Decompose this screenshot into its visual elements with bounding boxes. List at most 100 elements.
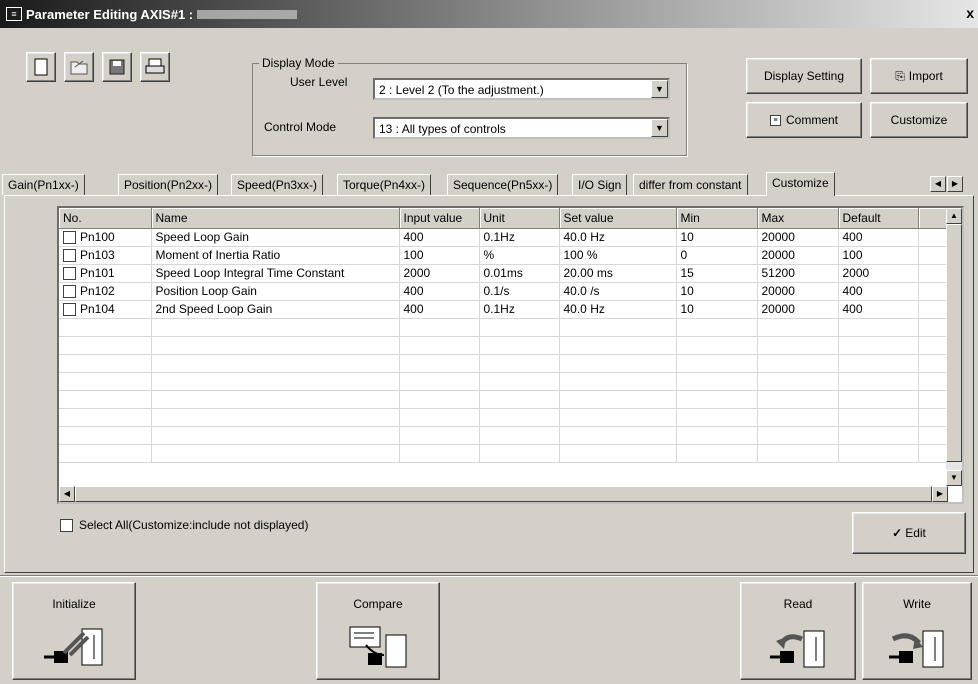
tab-scroll-right-icon[interactable]: ▶	[947, 176, 963, 192]
row-checkbox[interactable]	[63, 249, 76, 263]
write-label: Write	[903, 597, 931, 611]
tab-io-sign[interactable]: I/O Sign	[572, 174, 628, 195]
max-cell: 20000	[757, 282, 839, 301]
tab-sequence[interactable]: Sequence(Pn5xx-)	[447, 174, 559, 195]
col-name[interactable]: Name	[151, 208, 400, 229]
min-cell: 10	[676, 228, 758, 247]
import-button[interactable]: ⎘ Import	[870, 58, 968, 94]
window-title: Parameter Editing AXIS#1 :	[26, 6, 194, 22]
scroll-up-icon[interactable]: ▲	[946, 208, 962, 224]
write-icon	[889, 630, 944, 668]
default-cell: 400	[838, 300, 919, 319]
scroll-down-icon[interactable]: ▼	[946, 470, 962, 486]
col-set-value[interactable]: Set value	[559, 208, 677, 229]
col-unit[interactable]: Unit	[479, 208, 560, 229]
compare-icon	[349, 626, 407, 668]
row-checkbox[interactable]	[63, 285, 76, 299]
select-all-box[interactable]	[60, 518, 73, 532]
table-row[interactable]: Pn103 Moment of Inertia Ratio 100 % 100 …	[59, 246, 959, 265]
initialize-icon	[44, 628, 103, 666]
empty-row	[59, 444, 959, 463]
row-checkbox[interactable]	[63, 303, 76, 317]
tab-differ-from-constant[interactable]: differ from constant	[633, 174, 748, 195]
input-value-cell[interactable]: 2000	[399, 264, 480, 283]
tab-speed[interactable]: Speed(Pn3xx-)	[231, 174, 324, 195]
tab-torque[interactable]: Torque(Pn4xx-)	[337, 174, 432, 195]
tab-scroll-left-icon[interactable]: ◀	[930, 176, 946, 192]
table-header-row: No. Name Input value Unit Set value Min …	[59, 208, 959, 229]
display-setting-button[interactable]: Display Setting	[746, 58, 862, 94]
horizontal-scroll-thumb[interactable]	[75, 486, 932, 502]
initialize-label: Initialize	[52, 597, 96, 611]
input-value-cell[interactable]: 100	[399, 246, 480, 265]
scroll-left-icon[interactable]: ◀	[59, 486, 75, 502]
print-button[interactable]	[140, 52, 170, 82]
col-no[interactable]: No.	[59, 208, 152, 229]
param-number: Pn104	[80, 301, 115, 316]
table-row[interactable]: Pn101 Speed Loop Integral Time Constant …	[59, 264, 959, 283]
col-default[interactable]: Default	[838, 208, 919, 229]
empty-row	[59, 426, 959, 445]
row-checkbox[interactable]	[63, 231, 76, 245]
chevron-down-icon[interactable]: ▼	[651, 119, 668, 137]
input-value-cell[interactable]: 400	[399, 300, 480, 319]
horizontal-scrollbar[interactable]: ◀ ▶	[59, 486, 948, 502]
display-setting-label: Display Setting	[763, 69, 845, 83]
param-name: Moment of Inertia Ratio	[151, 246, 400, 265]
title-bar: ≡ Parameter Editing AXIS#1 : x	[0, 0, 978, 28]
checkmark-icon: ✓	[892, 526, 903, 540]
comment-button[interactable]: ≡ Comment	[746, 102, 862, 138]
tab-gain[interactable]: Gain(Pn1xx-)	[2, 174, 85, 195]
max-cell: 51200	[757, 264, 839, 283]
read-button[interactable]: Read	[740, 582, 856, 680]
divider	[0, 575, 978, 577]
row-checkbox[interactable]	[63, 267, 76, 281]
write-button[interactable]: Write	[862, 582, 972, 680]
open-folder-icon	[70, 60, 88, 75]
initialize-button[interactable]: Initialize	[12, 582, 136, 680]
control-mode-label: Control Mode	[264, 120, 337, 134]
col-max[interactable]: Max	[757, 208, 839, 229]
customize-button[interactable]: Customize	[870, 102, 968, 138]
set-value-cell: 100 %	[559, 246, 677, 265]
user-level-select[interactable]: 2 : Level 2 (To the adjustment.) ▼	[373, 78, 670, 100]
param-number: Pn101	[80, 265, 115, 280]
compare-label: Compare	[353, 597, 403, 611]
param-name: 2nd Speed Loop Gain	[151, 300, 400, 319]
table-row[interactable]: Pn102 Position Loop Gain 400 0.1/s 40.0 …	[59, 282, 959, 301]
param-number: Pn100	[80, 229, 115, 244]
print-icon	[145, 58, 165, 74]
col-min[interactable]: Min	[676, 208, 758, 229]
app-icon: ≡	[6, 7, 22, 21]
close-button[interactable]: x	[966, 5, 974, 21]
compare-button[interactable]: Compare	[316, 582, 440, 680]
vertical-scroll-thumb[interactable]	[946, 224, 962, 462]
edit-button[interactable]: ✓ Edit	[852, 512, 966, 554]
empty-row	[59, 318, 959, 337]
import-icon: ⎘	[895, 68, 905, 83]
col-input-value[interactable]: Input value	[399, 208, 480, 229]
control-mode-select[interactable]: 13 : All types of controls ▼	[373, 117, 670, 139]
open-file-button[interactable]	[64, 52, 94, 82]
vertical-scrollbar[interactable]: ▲ ▼	[946, 208, 962, 486]
new-file-button[interactable]	[26, 52, 56, 82]
comment-icon: ≡	[769, 114, 781, 126]
default-cell: 100	[838, 246, 919, 265]
select-all-checkbox[interactable]: Select All(Customize:include not display…	[60, 518, 308, 532]
parameter-tabs: Gain(Pn1xx-) Position(Pn2xx-) Speed(Pn3x…	[0, 172, 978, 196]
tab-position[interactable]: Position(Pn2xx-)	[118, 174, 219, 195]
parameter-table[interactable]: No. Name Input value Unit Set value Min …	[57, 206, 964, 504]
save-button[interactable]	[102, 52, 132, 82]
customize-label: Customize	[890, 113, 948, 127]
tab-customize[interactable]: Customize	[766, 172, 835, 196]
user-level-label: User Level	[290, 75, 348, 89]
table-row[interactable]: Pn104 2nd Speed Loop Gain 400 0.1Hz 40.0…	[59, 300, 959, 319]
input-value-cell[interactable]: 400	[399, 228, 480, 247]
set-value-cell: 40.0 /s	[559, 282, 677, 301]
input-value-cell[interactable]: 400	[399, 282, 480, 301]
chevron-down-icon[interactable]: ▼	[651, 80, 668, 98]
table-row[interactable]: Pn100 Speed Loop Gain 400 0.1Hz 40.0 Hz …	[59, 228, 959, 247]
unit-cell: 0.01ms	[479, 264, 560, 283]
scroll-right-icon[interactable]: ▶	[932, 486, 948, 502]
display-mode-group: Display Mode	[252, 56, 687, 156]
